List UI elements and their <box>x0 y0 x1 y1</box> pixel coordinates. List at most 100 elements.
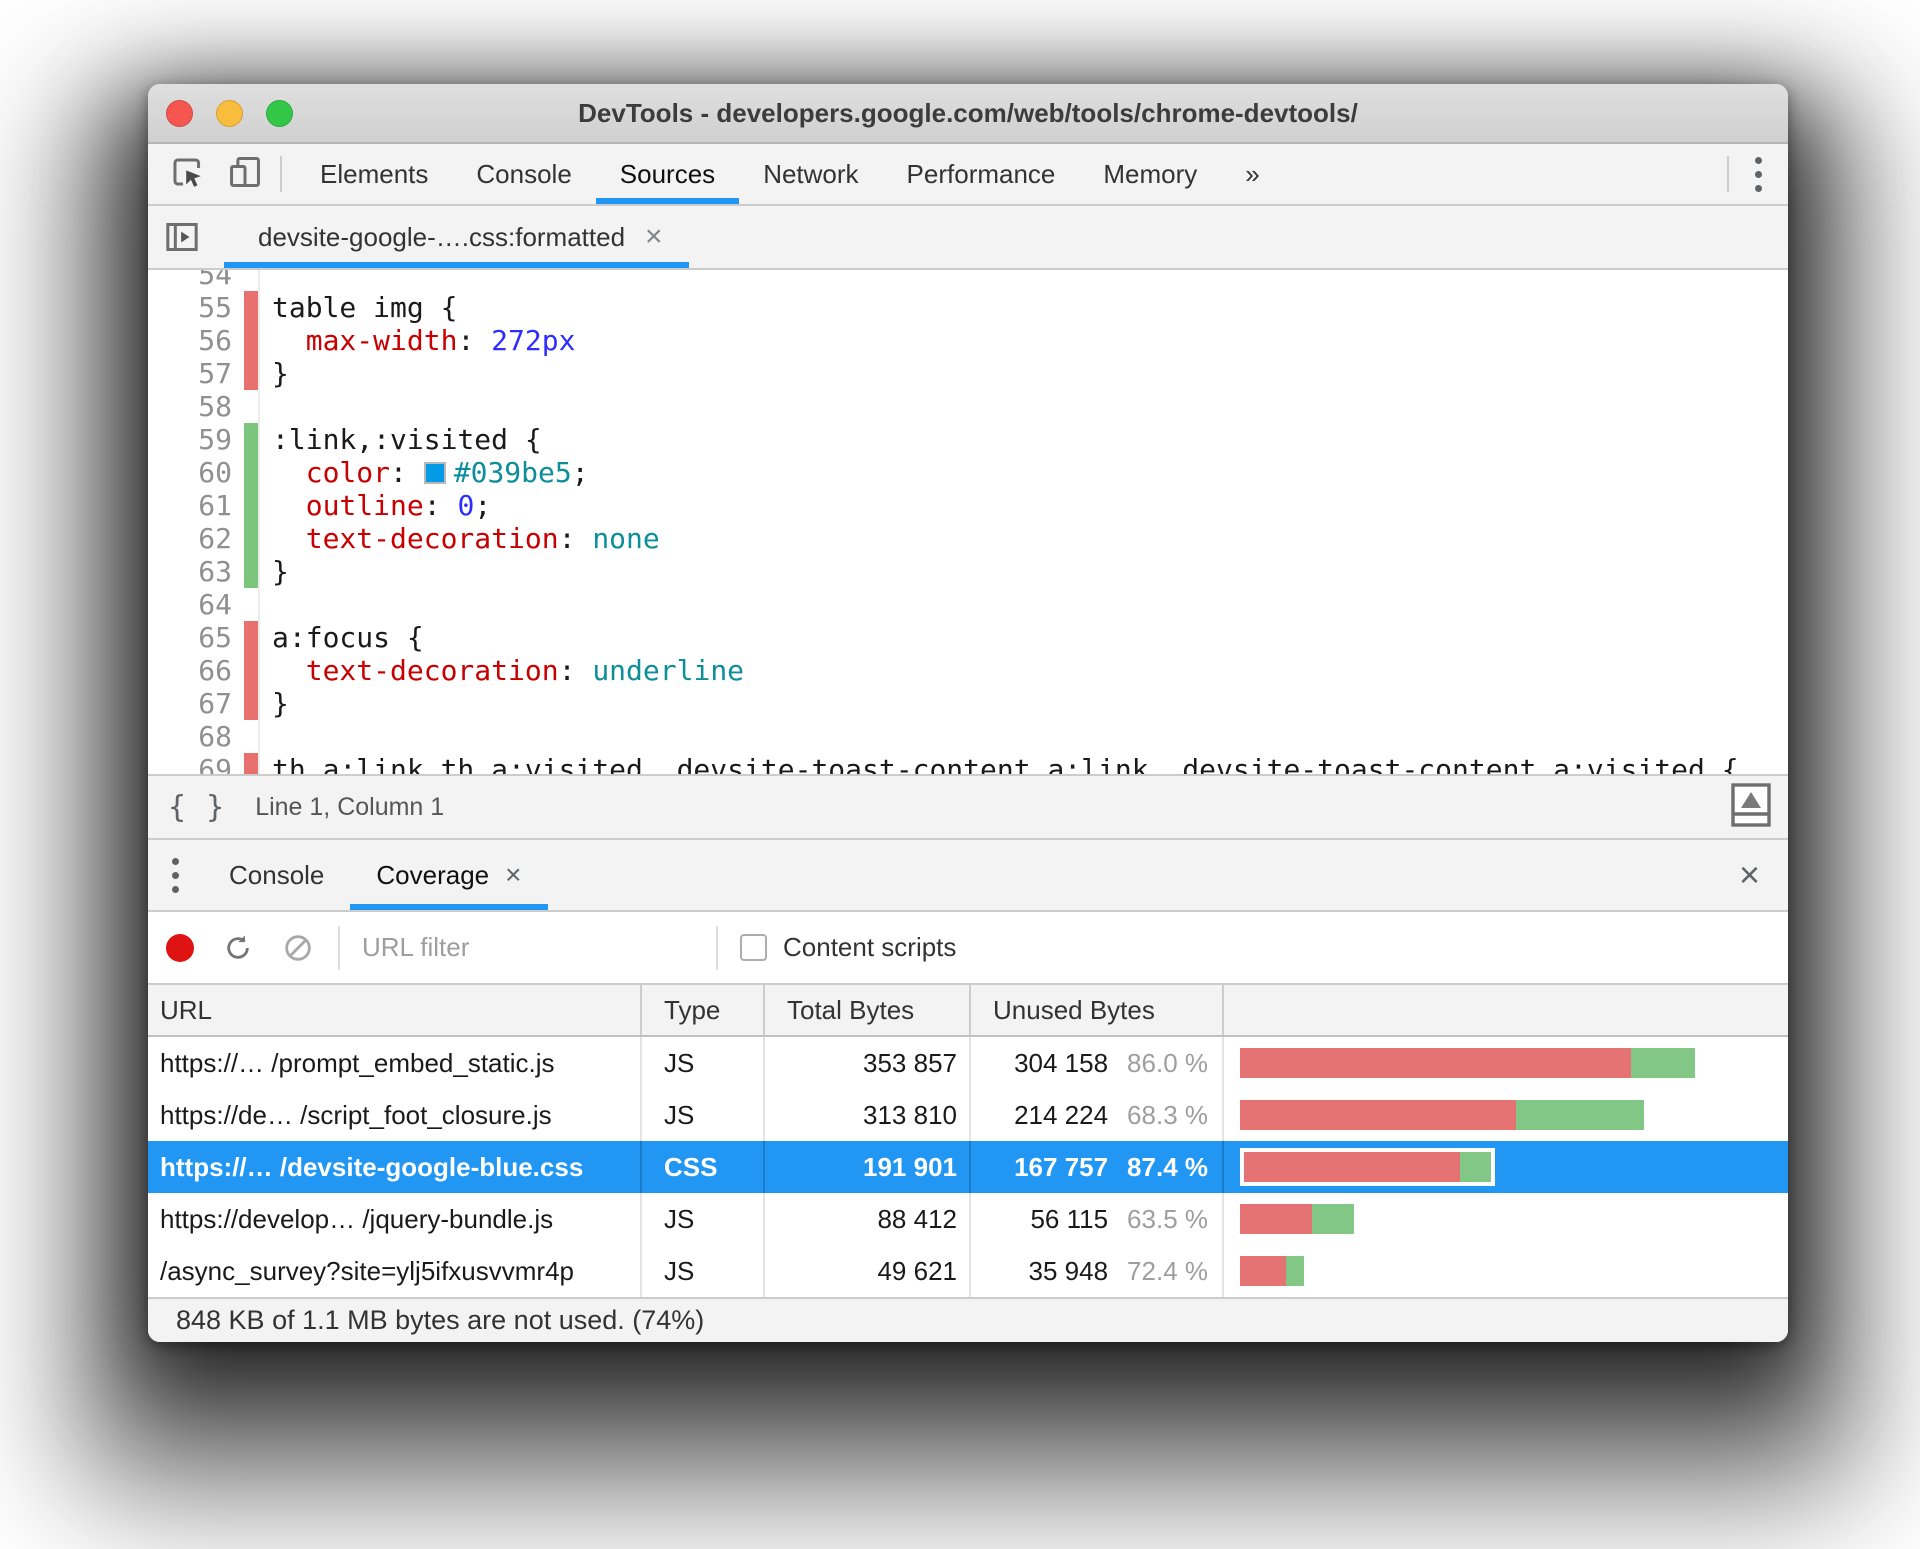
column-header-total-bytes[interactable]: Total Bytes <box>765 985 971 1035</box>
code-text[interactable]: a:focus { <box>258 621 1788 654</box>
line-number[interactable]: 62 <box>148 522 232 555</box>
file-tab-label: devsite-google-….css:formatted <box>258 221 626 252</box>
code-editor[interactable]: 54 55 table img {56 max-width: 272px 57} 58 5… <box>148 270 1788 774</box>
line-number[interactable]: 57 <box>148 357 232 390</box>
coverage-marker-green <box>244 522 258 555</box>
code-text[interactable]: text-decoration: underline <box>258 654 1788 687</box>
code-text[interactable]: :link,:visited { <box>258 423 1788 456</box>
line-number[interactable]: 67 <box>148 687 232 720</box>
coverage-marker-green <box>244 555 258 588</box>
coverage-row[interactable]: https://de… /script_foot_closure.js JS 313… <box>148 1089 1788 1141</box>
line-number[interactable]: 66 <box>148 654 232 687</box>
line-number[interactable]: 59 <box>148 423 232 456</box>
close-window-button[interactable] <box>166 99 193 127</box>
line-number[interactable]: 55 <box>148 291 232 324</box>
used-bytes-bar <box>1286 1256 1304 1286</box>
coverage-url: https://develop… /jquery-bundle.js <box>148 1193 642 1245</box>
tab-sources[interactable]: Sources <box>595 144 740 204</box>
drawer-tab-coverage[interactable]: Coverage × <box>350 840 548 910</box>
file-tab[interactable]: devsite-google-….css:formatted × <box>224 206 689 268</box>
tab-network[interactable]: Network <box>739 144 882 204</box>
navigator-toggle-icon[interactable] <box>148 206 220 268</box>
tab-performance[interactable]: Performance <box>883 144 1080 204</box>
drawer-menu-icon[interactable] <box>148 840 203 910</box>
column-header-unused-bytes[interactable]: Unused Bytes <box>971 985 1224 1035</box>
eject-panel-icon[interactable] <box>1730 781 1772 834</box>
coverage-bar <box>1240 1100 1644 1130</box>
drawer-tab-console[interactable]: Console <box>203 840 350 910</box>
content-scripts-checkbox[interactable] <box>740 934 767 961</box>
drawer-tab-bar: Console Coverage × × <box>148 840 1788 912</box>
code-text[interactable] <box>258 270 1788 291</box>
reload-icon[interactable] <box>222 932 254 964</box>
coverage-row[interactable]: https://… /devsite-google-blue.css CSS 191… <box>148 1141 1788 1193</box>
line-number[interactable]: 64 <box>148 588 232 621</box>
code-text[interactable] <box>258 588 1788 621</box>
column-header-url[interactable]: URL <box>148 985 642 1035</box>
line-number[interactable]: 54 <box>148 270 232 291</box>
coverage-marker-red <box>244 753 258 774</box>
column-header-type[interactable]: Type <box>642 985 765 1035</box>
drawer-tab-label: Coverage <box>376 859 490 890</box>
coverage-unused-bytes: 167 757 87.4 % <box>971 1141 1224 1193</box>
line-number[interactable]: 58 <box>148 390 232 423</box>
tab-console[interactable]: Console <box>452 144 595 204</box>
code-text[interactable]: color: #039be5; <box>258 456 1788 489</box>
tab-more[interactable]: » <box>1221 144 1283 204</box>
code-text[interactable]: th a:link,th a:visited,.devsite-toast-co… <box>258 753 1788 774</box>
drawer-close-icon[interactable]: × <box>1711 840 1788 910</box>
coverage-bar-cell <box>1224 1089 1788 1141</box>
tab-memory[interactable]: Memory <box>1079 144 1221 204</box>
zoom-window-button[interactable] <box>266 99 293 127</box>
coverage-url: https://… /prompt_embed_static.js <box>148 1037 642 1089</box>
code-line-65: 65 a:focus { <box>148 621 1788 654</box>
url-filter-input[interactable] <box>362 932 692 963</box>
coverage-unused-bytes: 214 224 68.3 % <box>971 1089 1224 1141</box>
code-text[interactable]: max-width: 272px <box>258 324 1788 357</box>
code-text[interactable]: } <box>258 687 1788 720</box>
minimize-window-button[interactable] <box>216 99 243 127</box>
drawer-tab-close-icon[interactable]: × <box>505 861 521 889</box>
coverage-url: /async_survey?site=ylj5ifxusvvmr4p <box>148 1245 642 1297</box>
code-line-58: 58 <box>148 390 1788 423</box>
file-tab-close-icon[interactable]: × <box>645 222 663 252</box>
code-text[interactable]: table img { <box>258 291 1788 324</box>
line-number[interactable]: 68 <box>148 720 232 753</box>
line-number[interactable]: 56 <box>148 324 232 357</box>
code-text[interactable] <box>258 390 1788 423</box>
coverage-marker-red <box>244 621 258 654</box>
line-number[interactable]: 63 <box>148 555 232 588</box>
line-number[interactable]: 69 <box>148 753 232 774</box>
code-line-57: 57} <box>148 357 1788 390</box>
code-text[interactable]: } <box>258 357 1788 390</box>
code-line-54: 54 <box>148 270 1788 291</box>
coverage-row[interactable]: https://develop… /jquery-bundle.js JS 88 4… <box>148 1193 1788 1245</box>
code-text[interactable]: } <box>258 555 1788 588</box>
code-text[interactable] <box>258 720 1788 753</box>
coverage-marker-none <box>244 270 258 291</box>
coverage-type: JS <box>642 1245 765 1297</box>
device-toolbar-icon[interactable] <box>226 153 264 196</box>
coverage-row[interactable]: https://… /prompt_embed_static.js JS 353 8… <box>148 1037 1788 1089</box>
clear-icon[interactable] <box>282 932 314 964</box>
code-line-63: 63} <box>148 555 1788 588</box>
pretty-print-icon[interactable]: { } <box>168 790 225 825</box>
inspect-element-icon[interactable] <box>168 153 206 196</box>
coverage-row[interactable]: /async_survey?site=ylj5ifxusvvmr4p JS 49 6… <box>148 1245 1788 1297</box>
content-scripts-label[interactable]: Content scripts <box>783 932 956 963</box>
coverage-marker-red <box>244 687 258 720</box>
code-text[interactable]: text-decoration: none <box>258 522 1788 555</box>
devtools-menu-icon[interactable] <box>1729 144 1788 204</box>
tab-elements[interactable]: Elements <box>296 144 452 204</box>
line-number[interactable]: 61 <box>148 489 232 522</box>
coverage-url: https://de… /script_foot_closure.js <box>148 1089 642 1141</box>
line-number[interactable]: 60 <box>148 456 232 489</box>
record-button[interactable] <box>166 933 194 962</box>
color-swatch-icon[interactable] <box>423 462 446 484</box>
code-line-61: 61 outline: 0; <box>148 489 1788 522</box>
line-number[interactable]: 65 <box>148 621 232 654</box>
cursor-position: Line 1, Column 1 <box>255 792 445 821</box>
unused-bytes-bar <box>1240 1048 1631 1078</box>
code-text[interactable]: outline: 0; <box>258 489 1788 522</box>
code-line-68: 68 <box>148 720 1788 753</box>
